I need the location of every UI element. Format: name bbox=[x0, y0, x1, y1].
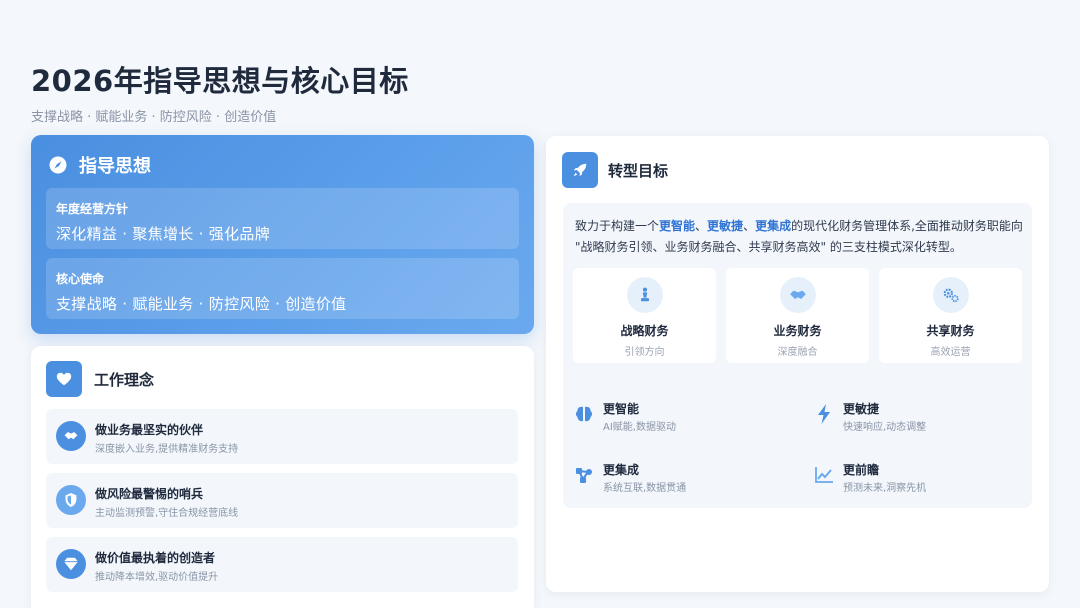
heart-icon bbox=[46, 361, 82, 397]
transformation-goals-card: 转型目标 致力于构建一个更智能、更敏捷、更集成的现代化财务管理体系,全面推动财务… bbox=[546, 136, 1049, 592]
transformation-description: 致力于构建一个更智能、更敏捷、更集成的现代化财务管理体系,全面推动财务职能向 "… bbox=[575, 216, 1025, 258]
guiding-header: 指导思想 bbox=[47, 152, 151, 178]
feature-desc: 快速响应,动态调整 bbox=[843, 422, 927, 433]
feature-desc: AI赋能,数据驱动 bbox=[603, 422, 676, 433]
compass-icon bbox=[47, 154, 69, 176]
feature-integrated: 更集成 系统互联,数据贯通 bbox=[563, 451, 791, 499]
guiding-title: 指导思想 bbox=[79, 156, 151, 177]
guiding-principles-card: 指导思想 年度经营方针 深化精益 · 聚焦增长 · 强化品牌 核心使命 支撑战略… bbox=[31, 135, 534, 334]
bolt-icon bbox=[812, 402, 836, 426]
desc-separator: 、 bbox=[743, 219, 756, 233]
gem-icon bbox=[56, 549, 86, 579]
work-item: 做价值最执着的创造者 推动降本增效,驱动价值提升 bbox=[46, 537, 518, 592]
pillar-title: 共享财务 bbox=[926, 324, 975, 338]
pillar-subtitle: 深度融合 bbox=[777, 347, 818, 358]
desc-separator: 、 bbox=[695, 219, 708, 233]
brain-icon bbox=[572, 402, 596, 426]
work-philosophy-card: 工作理念 做业务最坚实的伙伴 深度嵌入业务,提供精准财务支持 做风险最警惕的哨兵… bbox=[31, 346, 534, 608]
feature-smarter: 更智能 AI赋能,数据驱动 bbox=[563, 390, 791, 438]
transformation-title: 转型目标 bbox=[608, 161, 669, 180]
work-item-title: 做风险最警惕的哨兵 bbox=[95, 487, 204, 501]
desc-highlight-integrated: 更集成 bbox=[755, 219, 792, 233]
desc-highlight-smarter: 更智能 bbox=[659, 219, 696, 233]
core-mission-value: 支撑战略 · 赋能业务 · 防控风险 · 创造价值 bbox=[56, 295, 347, 313]
desc-text: 致力于构建一个 bbox=[575, 219, 660, 233]
feature-agile: 更敏捷 快速响应,动态调整 bbox=[803, 390, 1031, 438]
feature-title: 更前瞻 bbox=[843, 463, 880, 477]
core-mission-label: 核心使命 bbox=[56, 272, 105, 286]
feature-desc: 系统互联,数据贯通 bbox=[603, 483, 687, 494]
page-title: 2026年指导思想与核心目标 bbox=[31, 64, 409, 98]
feature-desc: 预测未来,洞察先机 bbox=[843, 483, 927, 494]
feature-title: 更智能 bbox=[603, 402, 640, 416]
handshake-icon bbox=[56, 421, 86, 451]
pillar-subtitle: 高效运营 bbox=[930, 347, 971, 358]
network-icon bbox=[572, 463, 596, 487]
work-item-desc: 推动降本增效,驱动价值提升 bbox=[95, 572, 219, 583]
shield-icon bbox=[56, 485, 86, 515]
pillar-business-finance: 业务财务 深度融合 bbox=[726, 268, 869, 363]
rocket-icon bbox=[562, 152, 598, 188]
page-subtitle: 支撑战略 · 赋能业务 · 防控风险 · 创造价值 bbox=[31, 110, 277, 125]
annual-policy-label: 年度经营方针 bbox=[56, 202, 129, 216]
work-item-title: 做价值最执着的创造者 bbox=[95, 551, 216, 565]
desc-highlight-agile: 更敏捷 bbox=[707, 219, 744, 233]
handshake-icon bbox=[779, 277, 816, 313]
annual-policy-row: 年度经营方针 深化精益 · 聚焦增长 · 强化品牌 bbox=[46, 188, 519, 249]
chess-icon bbox=[626, 277, 663, 313]
feature-forward-looking: 更前瞻 预测未来,洞察先机 bbox=[803, 451, 1031, 499]
pillar-subtitle: 引领方向 bbox=[624, 347, 665, 358]
work-item-desc: 主动监测预警,守住合规经营底线 bbox=[95, 508, 239, 519]
trend-chart-icon bbox=[812, 463, 836, 487]
transformation-header: 转型目标 bbox=[562, 152, 668, 188]
work-item: 做业务最坚实的伙伴 深度嵌入业务,提供精准财务支持 bbox=[46, 409, 518, 464]
work-header: 工作理念 bbox=[46, 361, 154, 397]
pillar-title: 战略财务 bbox=[620, 324, 669, 338]
pillar-shared-finance: 共享财务 高效运营 bbox=[879, 268, 1022, 363]
pillar-strategic-finance: 战略财务 引领方向 bbox=[573, 268, 716, 363]
work-item: 做风险最警惕的哨兵 主动监测预警,守住合规经营底线 bbox=[46, 473, 518, 528]
work-title: 工作理念 bbox=[94, 370, 155, 389]
annual-policy-value: 深化精益 · 聚焦增长 · 强化品牌 bbox=[56, 225, 271, 243]
gears-icon bbox=[932, 277, 969, 313]
work-item-desc: 深度嵌入业务,提供精准财务支持 bbox=[95, 444, 239, 455]
feature-title: 更敏捷 bbox=[843, 402, 880, 416]
work-item-title: 做业务最坚实的伙伴 bbox=[95, 423, 204, 437]
feature-title: 更集成 bbox=[603, 463, 640, 477]
pillar-title: 业务财务 bbox=[773, 324, 822, 338]
core-mission-row: 核心使命 支撑战略 · 赋能业务 · 防控风险 · 创造价值 bbox=[46, 258, 519, 319]
